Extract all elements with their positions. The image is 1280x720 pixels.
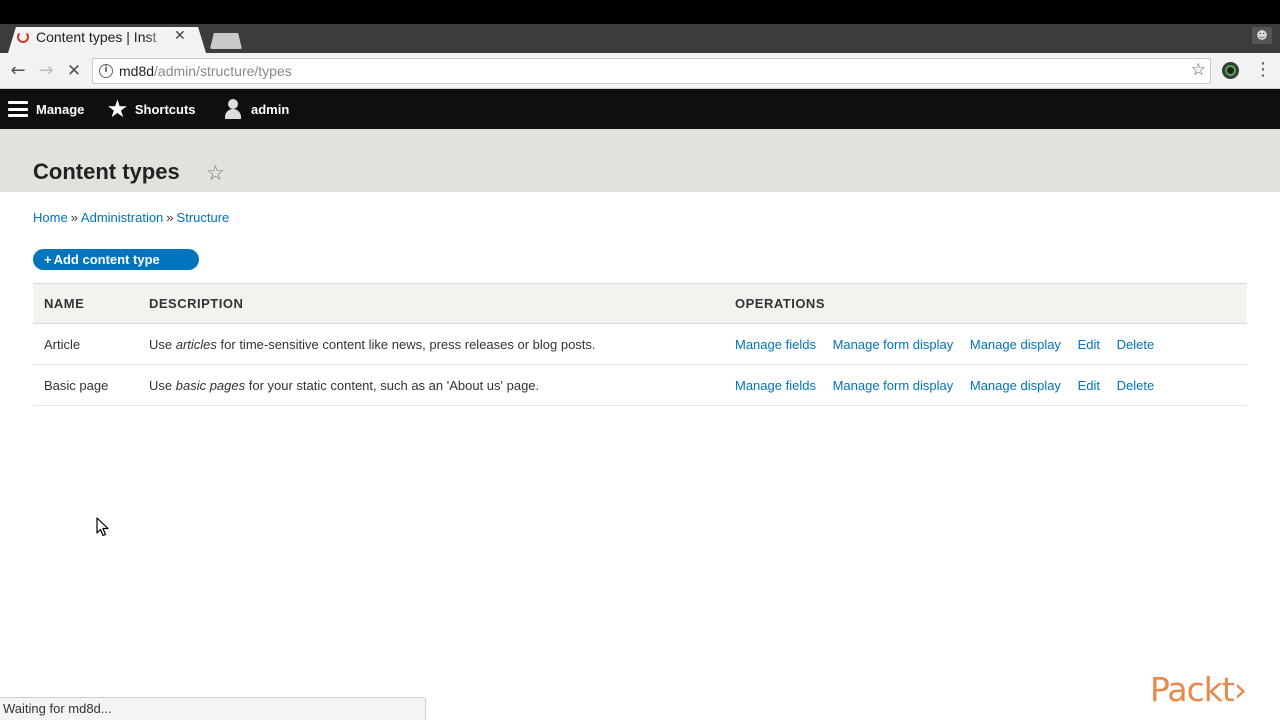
edit-link[interactable]: Edit (1078, 378, 1100, 393)
column-header-name: NAME (44, 296, 85, 311)
admin-toolbar: Manage ★ Shortcuts admin (0, 89, 1280, 129)
screen-top-bar (0, 0, 1280, 24)
manage-display-link[interactable]: Manage display (970, 378, 1061, 393)
manage-display-link[interactable]: Manage display (970, 337, 1061, 352)
page-title: Content types (33, 159, 180, 184)
new-tab-button[interactable] (210, 33, 242, 49)
row-name: Basic page (33, 364, 138, 406)
manage-form-display-link[interactable]: Manage form display (833, 378, 954, 393)
add-content-type-button[interactable]: + Add content type (33, 249, 199, 270)
url-text[interactable]: md8d/admin/structure/types (119, 63, 292, 79)
table-row: Article Use articles for time-sensitive … (33, 323, 1247, 365)
row-description: Use articles for time-sensitive content … (138, 323, 724, 365)
edit-link[interactable]: Edit (1078, 337, 1100, 352)
browser-menu-icon[interactable]: ⋮ (1254, 60, 1272, 80)
breadcrumb-administration[interactable]: Administration (81, 210, 163, 225)
url-path: /admin/structure/types (154, 63, 292, 79)
tab-title: Content types | Inst (36, 29, 157, 45)
delete-link[interactable]: Delete (1117, 337, 1155, 352)
row-operations: Manage fields Manage form display Manage… (724, 323, 1247, 365)
manage-fields-link[interactable]: Manage fields (735, 378, 816, 393)
mouse-cursor-icon (96, 517, 109, 537)
toolbar-manage[interactable]: Manage (8, 89, 84, 129)
content-types-table: NAME DESCRIPTION OPERATIONS Article Use … (33, 283, 1247, 406)
screen: Content types | Inst ✕ ☻ ← → ✕ i md8d/ad… (0, 0, 1280, 720)
row-operations: Manage fields Manage form display Manage… (724, 364, 1247, 406)
tab-close-icon[interactable]: ✕ (174, 28, 186, 44)
manage-fields-link[interactable]: Manage fields (735, 337, 816, 352)
delete-link[interactable]: Delete (1117, 378, 1155, 393)
breadcrumb-home[interactable]: Home (33, 210, 68, 225)
toolbar-shortcuts[interactable]: ★ Shortcuts (108, 89, 196, 129)
add-content-type-label: Add content type (53, 252, 160, 267)
toolbar-user-label: admin (251, 101, 290, 117)
toolbar-shortcuts-label: Shortcuts (134, 101, 196, 117)
column-header-operations: OPERATIONS (735, 296, 825, 311)
column-header-description: DESCRIPTION (149, 296, 244, 311)
star-icon: ★ (108, 97, 127, 121)
breadcrumb-structure[interactable]: Structure (177, 210, 230, 225)
page-header: Content types ☆ (0, 129, 1280, 192)
manage-form-display-link[interactable]: Manage form display (833, 337, 954, 352)
url-host: md8d (119, 63, 155, 79)
row-description: Use basic pages for your static content,… (138, 364, 724, 406)
loading-spinner-icon (17, 31, 29, 43)
browser-navbar: ← → ✕ i md8d/admin/structure/types ☆ ⋮ (0, 53, 1280, 89)
row-name: Article (33, 323, 138, 365)
browser-tab-strip: Content types | Inst ✕ ☻ (0, 24, 1280, 53)
add-shortcut-star-icon[interactable]: ☆ (206, 161, 225, 185)
breadcrumb: Home» Administration» Structure (33, 210, 230, 225)
toolbar-manage-label: Manage (36, 101, 85, 117)
table-row: Basic page Use basic pages for your stat… (33, 364, 1247, 406)
browser-status-bar: Waiting for md8d... (0, 697, 426, 720)
address-bar[interactable]: i md8d/admin/structure/types ☆ (92, 58, 1211, 84)
stop-loading-icon[interactable]: ✕ (64, 61, 84, 81)
back-arrow-icon[interactable]: ← (8, 61, 28, 81)
site-info-icon[interactable]: i (99, 64, 113, 78)
table-header-row: NAME DESCRIPTION OPERATIONS (33, 283, 1247, 324)
hamburger-icon (8, 101, 28, 117)
extension-icon[interactable] (1222, 62, 1239, 79)
plus-icon: + (44, 252, 52, 267)
toolbar-user[interactable]: admin (224, 89, 289, 129)
packt-watermark-logo: Packt› (1150, 670, 1247, 709)
user-icon (224, 99, 242, 119)
bookmark-star-icon[interactable]: ☆ (1191, 60, 1206, 80)
profile-icon[interactable]: ☻ (1252, 27, 1272, 44)
forward-arrow-icon[interactable]: → (36, 61, 56, 81)
